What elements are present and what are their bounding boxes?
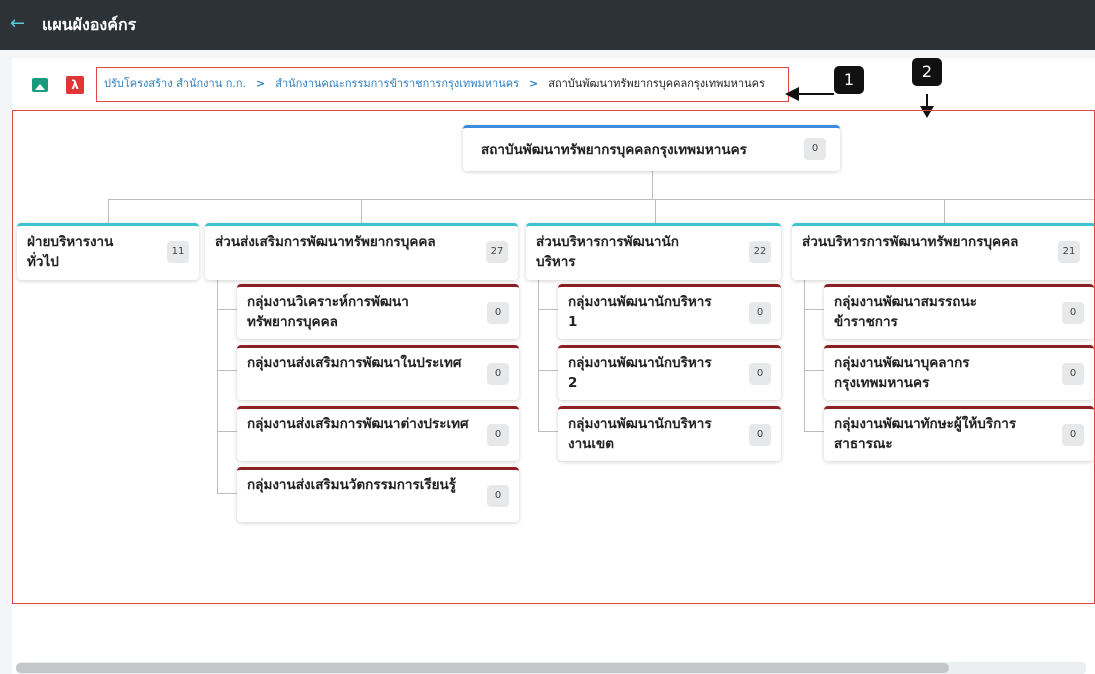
callout-arrow-icon	[785, 87, 799, 101]
connector	[804, 309, 824, 310]
callout-arrow-line	[798, 93, 834, 95]
connector	[804, 431, 824, 432]
org-node-count: 0	[749, 302, 771, 324]
org-node-count: 0	[487, 302, 509, 324]
connector	[217, 431, 237, 432]
connector	[538, 370, 558, 371]
org-node-name: กลุ่มงานพัฒนาบุคลากรกรุงเทพมหานคร	[834, 355, 970, 391]
org-node-count: 0	[804, 138, 826, 160]
org-node-name: ส่วนบริหารการพัฒนานักบริหาร	[536, 234, 679, 270]
callout-2: 2	[912, 58, 942, 86]
connector	[217, 493, 237, 494]
org-node-name: ส่วนบริหารการพัฒนาทรัพยากรบุคคล	[802, 234, 1019, 250]
breadcrumb-item[interactable]: ปรับโครงสร้าง สำนักงาน ก.ก.	[104, 77, 246, 90]
org-node-count: 11	[167, 241, 189, 263]
org-node-name: กลุ่มงานวิเคราะห์การพัฒนาทรัพยากรบุคคล	[247, 294, 409, 330]
org-node-group[interactable]: กลุ่มงานส่งเสริมการพัฒนาต่างประเทศ 0	[237, 406, 519, 461]
org-node-name: กลุ่มงานส่งเสริมนวัตกรรมการเรียนรู้	[247, 477, 456, 493]
connector	[361, 199, 362, 223]
app-header: ← แผนผังองค์กร	[0, 0, 1095, 50]
org-node-name: ส่วนส่งเสริมการพัฒนาทรัพยากรบุคคล	[215, 234, 436, 250]
org-node-group[interactable]: กลุ่มงานพัฒนาบุคลากรกรุงเทพมหานคร 0	[824, 345, 1094, 400]
org-node-department[interactable]: ส่วนส่งเสริมการพัฒนาทรัพยากรบุคคล 27	[205, 223, 518, 280]
org-node-group[interactable]: กลุ่มงานพัฒนานักบริหารงานเขต 0	[558, 406, 781, 461]
page-title: แผนผังองค์กร	[42, 15, 137, 34]
org-node-name: กลุ่มงานส่งเสริมการพัฒนาในประเทศ	[247, 355, 462, 371]
org-node-group[interactable]: กลุ่มงานพัฒนานักบริหาร 2 0	[558, 345, 781, 400]
connector	[804, 271, 805, 432]
org-node-group[interactable]: กลุ่มงานวิเคราะห์การพัฒนาทรัพยากรบุคคล 0	[237, 284, 519, 339]
horizontal-scrollbar-thumb[interactable]	[16, 663, 949, 673]
org-node-count: 0	[749, 424, 771, 446]
org-node-root[interactable]: สถาบันพัฒนาทรัพยากรบุคคลกรุงเทพมหานคร 0	[463, 125, 840, 171]
org-node-count: 0	[487, 485, 509, 507]
org-node-count: 27	[486, 241, 508, 263]
org-node-count: 21	[1058, 241, 1080, 263]
connector	[217, 271, 218, 494]
breadcrumb: ปรับโครงสร้าง สำนักงาน ก.ก. > สำนักงานคณะก…	[104, 77, 765, 91]
org-node-department[interactable]: ส่วนบริหารการพัฒนานักบริหาร 22	[526, 223, 781, 280]
org-chart: สถาบันพัฒนาทรัพยากรบุคคลกรุงเทพมหานคร 0 …	[12, 110, 1095, 604]
connector	[217, 309, 237, 310]
org-node-count: 0	[1062, 363, 1084, 385]
org-node-department[interactable]: ส่วนบริหารการพัฒนาทรัพยากรบุคคล 21	[792, 223, 1094, 280]
org-node-name: กลุ่มงานพัฒนานักบริหาร 1	[568, 294, 712, 330]
connector	[804, 370, 824, 371]
org-node-name: กลุ่มงานส่งเสริมการพัฒนาต่างประเทศ	[247, 416, 469, 432]
org-node-name: ฝ่ายบริหารงานทั่วไป	[27, 234, 114, 270]
breadcrumb-separator: >	[529, 77, 539, 90]
org-chart-panel: λ ปรับโครงสร้าง สำนักงาน ก.ก. > สำนักงานคณ…	[12, 58, 1095, 674]
org-node-group[interactable]: กลุ่มงานส่งเสริมนวัตกรรมการเรียนรู้ 0	[237, 467, 519, 522]
org-node-name: กลุ่มงานพัฒนาทักษะผู้ให้บริการสาธารณะ	[834, 416, 1017, 452]
org-node-group[interactable]: กลุ่มงานส่งเสริมการพัฒนาในประเทศ 0	[237, 345, 519, 400]
breadcrumb-item[interactable]: สำนักงานคณะกรรมการข้าราชการกรุงเทพมหานคร	[275, 77, 519, 90]
org-node-count: 0	[749, 363, 771, 385]
org-node-name: กลุ่มงานพัฒนานักบริหารงานเขต	[568, 416, 712, 452]
org-node-name: สถาบันพัฒนาทรัพยากรบุคคลกรุงเทพมหานคร	[481, 142, 747, 158]
org-node-count: 0	[1062, 424, 1084, 446]
org-node-count: 0	[487, 424, 509, 446]
org-node-name: กลุ่มงานพัฒนาสมรรถนะข้าราชการ	[834, 294, 977, 330]
org-node-group[interactable]: กลุ่มงานพัฒนาทักษะผู้ให้บริการสาธารณะ 0	[824, 406, 1094, 461]
callout-1: 1	[834, 66, 864, 94]
org-node-group[interactable]: กลุ่มงานพัฒนานักบริหาร 1 0	[558, 284, 781, 339]
breadcrumb-current: สถาบันพัฒนาทรัพยากรบุคคลกรุงเทพมหานคร	[548, 77, 765, 90]
connector	[655, 199, 656, 223]
connector	[652, 171, 653, 199]
connector	[944, 199, 945, 223]
org-node-department[interactable]: ฝ่ายบริหารงานทั่วไป 11	[17, 223, 199, 280]
org-node-count: 0	[487, 363, 509, 385]
connector	[538, 271, 539, 432]
pdf-export-icon[interactable]: λ	[66, 76, 84, 94]
connector	[108, 199, 109, 223]
connector	[538, 431, 558, 432]
org-node-group[interactable]: กลุ่มงานพัฒนาสมรรถนะข้าราชการ 0	[824, 284, 1094, 339]
org-node-name: กลุ่มงานพัฒนานักบริหาร 2	[568, 355, 712, 391]
connector	[217, 370, 237, 371]
breadcrumb-separator: >	[256, 77, 266, 90]
back-arrow-icon[interactable]: ←	[10, 14, 25, 34]
connector	[538, 309, 558, 310]
org-node-count: 22	[749, 241, 771, 263]
image-export-icon[interactable]	[32, 78, 48, 92]
connector	[108, 199, 1094, 200]
org-node-count: 0	[1062, 302, 1084, 324]
